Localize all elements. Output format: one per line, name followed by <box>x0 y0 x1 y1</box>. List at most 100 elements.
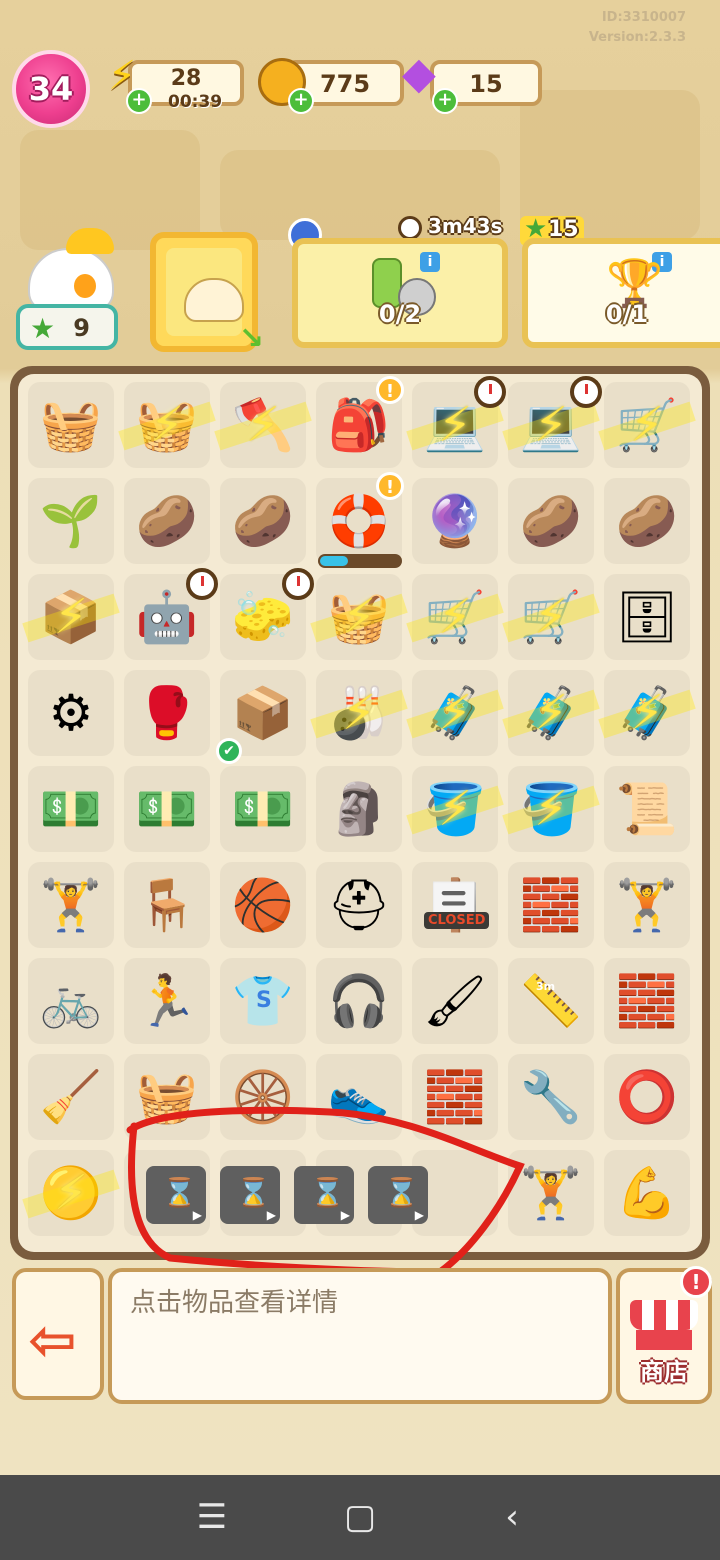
tape-measure-icon[interactable]: 📏 <box>508 958 594 1044</box>
tape-measure-text: 3m <box>536 980 556 993</box>
quest-progress-1: 0/2 <box>378 300 422 328</box>
timer-clock-icon <box>570 376 602 408</box>
basket-icon[interactable]: 🧺 <box>28 382 114 468</box>
helmet-icon <box>66 228 114 254</box>
player-id: ID:3310007 <box>601 10 686 25</box>
sack-stack-icon[interactable]: 🧱 <box>412 1054 498 1140</box>
quest-card-1[interactable]: i 0/2 <box>292 238 508 348</box>
play-icon: ▶ <box>414 1208 424 1222</box>
hand-gripper-icon[interactable]: 💪 <box>604 1150 690 1236</box>
lightning-lock-icon: ⚡ <box>438 685 472 741</box>
weight-plate-icon[interactable]: 🏋 <box>508 1150 594 1236</box>
hourglass-video-button[interactable]: ⌛ ▶ <box>220 1166 280 1224</box>
hourglass-icon: ⌛ <box>310 1176 345 1209</box>
sprout-pot-icon[interactable]: 🌱 <box>28 478 114 564</box>
bricks-icon[interactable]: 🧱 <box>604 958 690 1044</box>
wheel-icon[interactable]: 🛞 <box>220 1054 306 1140</box>
headphones-icon[interactable]: 🎧 <box>316 958 402 1044</box>
hourglass-video-button[interactable]: ⌛ ▶ <box>146 1166 206 1224</box>
lightning-lock-icon: ⚡ <box>438 781 472 837</box>
exit-icon: ⇦ <box>28 1306 77 1374</box>
dumbbell-icon[interactable]: 🏋 <box>604 862 690 948</box>
add-gems-button[interactable]: + <box>432 88 458 114</box>
system-nav-bar: ☰ ▢ ‹ <box>0 1475 720 1560</box>
shoes-icon[interactable]: 👟 <box>316 1054 402 1140</box>
info-icon[interactable]: i <box>420 252 440 272</box>
play-icon: ▶ <box>266 1208 276 1222</box>
gem-icon: ◆ <box>402 48 436 99</box>
menu-icon[interactable]: ☰ <box>182 1497 242 1537</box>
lightning-lock-icon: ⚡ <box>630 397 664 453</box>
duck-beak <box>74 274 96 298</box>
elliptical-icon[interactable]: 🚲 <box>28 958 114 1044</box>
shop-icon <box>630 1300 698 1330</box>
wrench-icon[interactable]: 🔧 <box>508 1054 594 1140</box>
level-badge[interactable]: 34 <box>12 50 90 128</box>
treadmill-icon[interactable]: 🏃 <box>124 958 210 1044</box>
shop-button[interactable]: 商店 ! <box>616 1266 712 1404</box>
bench-icon[interactable]: 🏋 <box>28 862 114 948</box>
wheels-icon[interactable]: ⚙ <box>28 670 114 756</box>
boxing-glove-icon[interactable]: 🥊 <box>124 670 210 756</box>
dustpan-icon[interactable]: 🧹 <box>28 1054 114 1140</box>
duck-mascot[interactable] <box>22 226 120 312</box>
star-icon: ★ <box>30 312 56 345</box>
hint-text: 点击物品查看详情 <box>130 1288 339 1318</box>
lightning-lock-icon: ⚡ <box>630 685 664 741</box>
alert-badge: ! <box>376 376 404 404</box>
box-tools-icon[interactable]: 🧺 <box>124 1054 210 1140</box>
timer-clock-icon <box>186 568 218 600</box>
seed-icon[interactable]: 🥔 <box>124 478 210 564</box>
chick-icon <box>184 278 244 322</box>
alert-badge: ! <box>376 472 404 500</box>
shop-building <box>636 1330 692 1350</box>
back-icon[interactable]: ‹ <box>482 1497 542 1537</box>
paint-roller-icon[interactable]: 🖌 <box>412 958 498 1044</box>
statue-icon[interactable]: 🗿 <box>316 766 402 852</box>
duck-body <box>28 248 114 312</box>
shop-label: 商店 <box>640 1358 688 1386</box>
hourglass-icon: ⌛ <box>236 1176 271 1209</box>
sack-icon[interactable]: 🧱 <box>508 862 594 948</box>
arrow-icon: ↘ <box>238 321 264 356</box>
lightning-lock-icon: ⚡ <box>534 685 568 741</box>
level-number: 34 <box>28 70 74 108</box>
add-coins-button[interactable]: + <box>288 88 314 114</box>
hourglass-video-button[interactable]: ⌛ ▶ <box>368 1166 428 1224</box>
lightning-lock-icon: ⚡ <box>150 397 184 453</box>
star-value: 9 <box>73 314 90 342</box>
tire-icon[interactable]: ⭕ <box>604 1054 690 1140</box>
helmet-icon[interactable]: ⛑ <box>316 862 402 948</box>
quest-card-2[interactable]: i 🏆 0/1 <box>522 238 720 348</box>
item-progress-bar <box>318 554 402 568</box>
home-icon[interactable]: ▢ <box>330 1497 390 1537</box>
cash-stack-icon[interactable]: 💵 <box>220 766 306 852</box>
high-chair-icon[interactable]: 🪑 <box>124 862 210 948</box>
seed-icon[interactable]: 🥔 <box>604 478 690 564</box>
seed-icon[interactable]: 🥔 <box>508 478 594 564</box>
timer-clock-icon <box>474 376 506 408</box>
scroll-icon[interactable]: 📜 <box>604 766 690 852</box>
cash-stack-icon[interactable]: 💵 <box>124 766 210 852</box>
version-text: Version:2.3.3 <box>588 30 686 45</box>
closed-sign-text: CLOSED <box>424 912 490 929</box>
add-energy-button[interactable]: + <box>126 88 152 114</box>
closed-sign-icon[interactable]: 🪧 <box>412 862 498 948</box>
quest-progress-2: 0/1 <box>605 300 649 328</box>
seed-icon[interactable]: 🥔 <box>220 478 306 564</box>
item-info-panel: 点击物品查看详情 <box>108 1268 612 1404</box>
exit-button[interactable]: ⇦ <box>12 1268 104 1400</box>
cash-stack-icon[interactable]: 💵 <box>28 766 114 852</box>
lamp-icon[interactable]: 🔮 <box>412 478 498 564</box>
quest-timer: 3m43s <box>428 214 503 238</box>
lightning-lock-icon: ⚡ <box>438 589 472 645</box>
order-card[interactable]: ↘ <box>150 232 264 356</box>
hourglass-video-button[interactable]: ⌛ ▶ <box>294 1166 354 1224</box>
star-counter[interactable]: ★ 9 <box>16 304 118 350</box>
locker-icon[interactable]: 🗄 <box>604 574 690 660</box>
check-icon: ✔ <box>216 738 242 764</box>
basketball-machine-icon[interactable]: 🏀 <box>220 862 306 948</box>
build-info: ID:3310007 Version:2.3.3 <box>589 8 686 48</box>
shop-notification-badge: ! <box>680 1266 712 1298</box>
item-progress-fill <box>320 556 348 566</box>
